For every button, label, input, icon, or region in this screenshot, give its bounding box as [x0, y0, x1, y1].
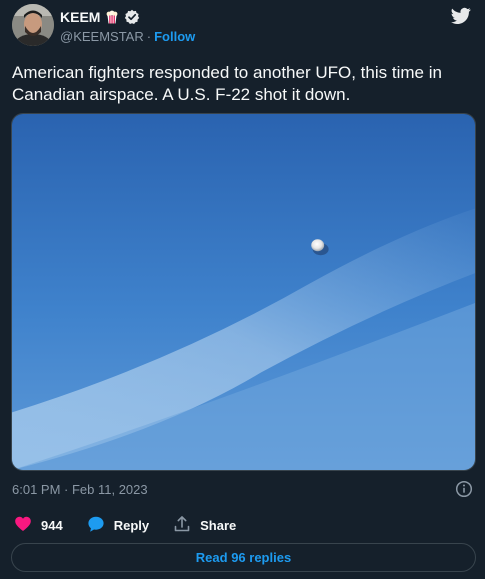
tweet-embed-card: KEEM @KEEMSTAR · Follow American fighter…	[0, 0, 485, 579]
sky-photo-image	[12, 114, 475, 470]
share-button[interactable]: Share	[173, 515, 236, 536]
reply-button[interactable]: Reply	[87, 515, 149, 536]
twitter-bird-icon[interactable]	[451, 7, 471, 25]
tweet-actions: 944 Reply Share	[14, 515, 260, 535]
popcorn-icon	[105, 10, 119, 24]
author-handle[interactable]: @KEEMSTAR	[60, 29, 144, 44]
tweet-timestamp[interactable]: 6:01 PM · Feb 11, 2023	[12, 482, 148, 497]
tweet-photo[interactable]	[11, 113, 476, 471]
info-icon[interactable]	[455, 480, 473, 498]
speech-bubble-icon	[87, 515, 105, 536]
verified-badge-icon	[124, 9, 140, 25]
share-upload-icon	[173, 515, 191, 536]
read-replies-button[interactable]: Read 96 replies	[11, 543, 476, 572]
avatar-image	[12, 4, 54, 46]
display-name[interactable]: KEEM	[60, 9, 100, 25]
handle-row: @KEEMSTAR · Follow	[60, 29, 195, 44]
like-button[interactable]: 944	[14, 515, 63, 536]
handle-separator: ·	[146, 29, 152, 44]
author-name-row: KEEM	[60, 8, 140, 26]
reply-label: Reply	[113, 517, 150, 533]
tweet-text: American fighters responded to another U…	[12, 63, 442, 104]
share-label: Share	[200, 517, 237, 533]
follow-link[interactable]: Follow	[154, 29, 195, 44]
like-count: 944	[41, 517, 63, 533]
heart-icon	[14, 515, 32, 536]
avatar[interactable]	[12, 4, 54, 46]
